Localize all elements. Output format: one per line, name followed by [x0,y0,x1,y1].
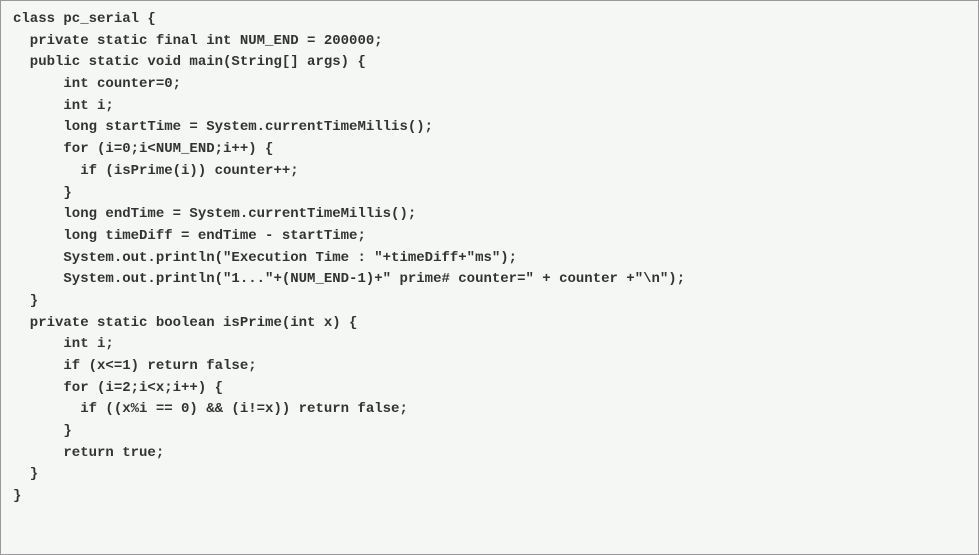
code-line: long startTime = System.currentTimeMilli… [13,117,966,139]
code-line: if (x<=1) return false; [13,356,966,378]
code-line: public static void main(String[] args) { [13,52,966,74]
code-line: int i; [13,96,966,118]
code-line: if (isPrime(i)) counter++; [13,161,966,183]
code-line: } [13,421,966,443]
code-line: for (i=2;i<x;i++) { [13,378,966,400]
code-line: } [13,486,966,508]
code-line: if ((x%i == 0) && (i!=x)) return false; [13,399,966,421]
code-line: } [13,183,966,205]
code-line: System.out.println("1..."+(NUM_END-1)+" … [13,269,966,291]
code-line: return true; [13,443,966,465]
code-line: for (i=0;i<NUM_END;i++) { [13,139,966,161]
code-line: long timeDiff = endTime - startTime; [13,226,966,248]
code-line: class pc_serial { [13,9,966,31]
code-line: } [13,291,966,313]
code-line: long endTime = System.currentTimeMillis(… [13,204,966,226]
code-line: } [13,464,966,486]
code-line: System.out.println("Execution Time : "+t… [13,248,966,270]
code-block: class pc_serial { private static final i… [0,0,979,555]
code-line: int counter=0; [13,74,966,96]
code-line: private static boolean isPrime(int x) { [13,313,966,335]
code-line: private static final int NUM_END = 20000… [13,31,966,53]
code-line: int i; [13,334,966,356]
